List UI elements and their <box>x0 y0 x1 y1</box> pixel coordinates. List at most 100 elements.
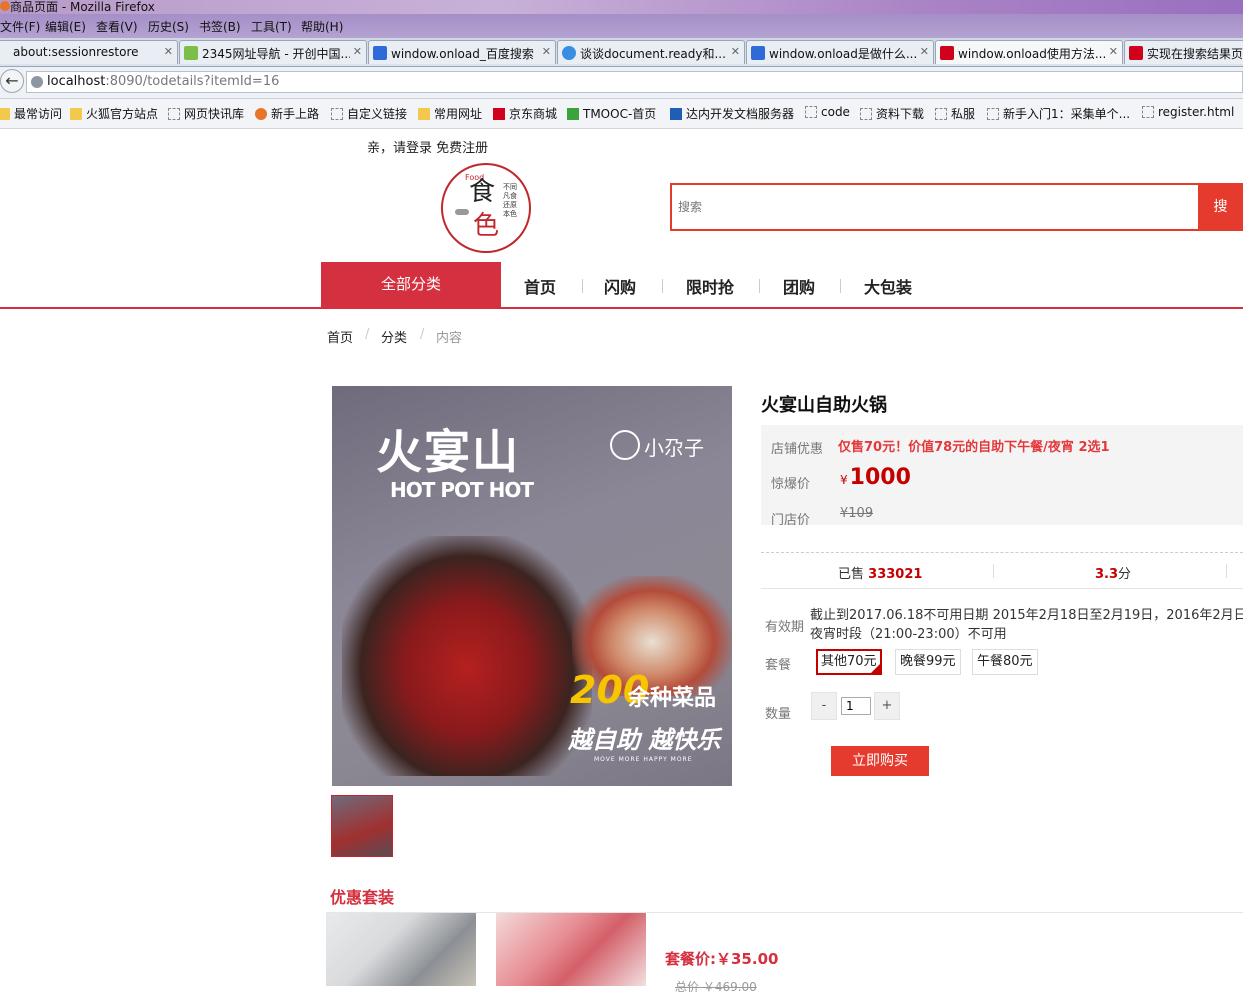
bookmark-common-sites[interactable]: 常用网址 <box>418 105 482 123</box>
image-slogan: 越自助 越快乐 <box>568 726 721 754</box>
nav-group-buy[interactable]: 团购 <box>783 274 815 298</box>
menu-history[interactable]: 历史(S) <box>148 18 189 35</box>
bookmark-custom-links[interactable]: 自定义链接 <box>331 105 407 123</box>
logo-vertical-text: 不同凡食 还原本色 <box>503 183 517 218</box>
bookmark-jd[interactable]: 京东商城 <box>493 105 557 123</box>
tab-label: 实现在搜索结果页 <box>1147 47 1243 61</box>
bookmark-tmooc[interactable]: TMOOC-首页 <box>567 105 656 123</box>
all-categories-button[interactable]: 全部分类 <box>321 262 501 307</box>
close-icon[interactable]: ✕ <box>353 45 362 58</box>
nav-flash-sale[interactable]: 闪购 <box>604 274 636 298</box>
search-input[interactable] <box>678 198 1178 216</box>
menu-file[interactable]: 文件(F) <box>0 18 40 35</box>
tab-baidu-search[interactable]: window.onload_百度搜索 ✕ <box>368 40 556 64</box>
breadcrumb-current: 内容 <box>436 331 463 346</box>
package-option-dinner[interactable]: 晚餐99元 <box>895 649 961 675</box>
sold-value: 333021 <box>868 567 923 582</box>
image-brand-sub: HOT POT HOT <box>390 478 534 502</box>
bookmark-register[interactable]: register.html <box>1142 105 1234 123</box>
bookmarks-toolbar: 最常访问 火狐官方站点 网页快讯库 新手上路 自定义链接 常用网址 京东商城 T… <box>0 99 1243 129</box>
bookmark-web-slices[interactable]: 网页快讯库 <box>168 105 244 123</box>
image-brand: 火宴山 <box>376 425 520 479</box>
close-icon[interactable]: ✕ <box>542 45 551 58</box>
menu-edit[interactable]: 编辑(E) <box>45 18 86 35</box>
nav-limited-time[interactable]: 限时抢 <box>686 274 734 298</box>
combo-price: 套餐价:￥35.00 <box>665 950 779 968</box>
promo-label: 店铺优惠 <box>771 442 824 457</box>
tab-sessionrestore[interactable]: about:sessionrestore ✕ <box>0 40 178 64</box>
tab-label: 2345网址导航 - 开创中国... <box>202 47 350 61</box>
bookmark-label: 私服 <box>951 107 976 121</box>
tarena-icon <box>670 108 682 120</box>
menu-bar: 文件(F) 编辑(E) 查看(V) 历史(S) 书签(B) 工具(T) 帮助(H… <box>0 14 1243 38</box>
folder-icon <box>70 108 82 120</box>
package-option-lunch[interactable]: 午餐80元 <box>972 649 1038 675</box>
bookmark-code[interactable]: code <box>805 105 850 123</box>
breadcrumb-category[interactable]: 分类 <box>381 327 407 346</box>
package-option-label: 晚餐99元 <box>900 654 956 669</box>
quantity-input[interactable] <box>841 697 871 715</box>
menu-view[interactable]: 查看(V) <box>96 18 138 35</box>
site-icon <box>184 46 198 60</box>
site-logo[interactable]: Food 食 色 不同凡食 还原本色 <box>441 163 531 253</box>
combo-item-meat-image[interactable] <box>496 913 646 986</box>
folder-icon <box>0 108 10 120</box>
bookmark-icon <box>987 108 999 120</box>
bookmark-getting-started[interactable]: 新手上路 <box>255 105 319 123</box>
tab-document-ready[interactable]: 谈谈document.ready和... ✕ <box>557 40 745 64</box>
image-slogan-small: MOVE MORE HAPPY MORE <box>594 756 693 763</box>
package-option-other[interactable]: 其他70元 <box>816 649 882 675</box>
globe-icon <box>31 76 43 88</box>
site-icon <box>562 46 576 60</box>
bookmark-icon <box>805 106 817 118</box>
csdn-icon <box>940 46 954 60</box>
bookmark-firefox-sites[interactable]: 火狐官方站点 <box>70 105 158 123</box>
menu-bookmarks[interactable]: 书签(B) <box>199 18 241 35</box>
url-bar[interactable]: localhost:8090/todetails?itemId=16 <box>26 71 1243 93</box>
sold-count: 已售 333021 <box>838 563 922 582</box>
login-bar: 亲，请登录 免费注册 <box>367 137 488 156</box>
close-icon[interactable]: ✕ <box>164 45 173 58</box>
close-icon[interactable]: ✕ <box>1109 45 1118 58</box>
sold-label: 已售 <box>838 567 865 582</box>
baidu-paw-icon <box>751 46 765 60</box>
nav-divider <box>582 279 583 293</box>
bookmark-most-visited[interactable]: 最常访问 <box>0 105 62 123</box>
search-button[interactable]: 搜 <box>1198 183 1243 231</box>
quantity-label: 数量 <box>765 707 792 722</box>
combo-item-fish-image[interactable] <box>326 913 476 986</box>
breadcrumb-home[interactable]: 首页 <box>327 327 353 346</box>
tab-2345[interactable]: 2345网址导航 - 开创中国... ✕ <box>179 40 367 64</box>
tab-label: window.onload是做什么... <box>769 47 917 61</box>
tab-search-results[interactable]: 实现在搜索结果页 <box>1124 40 1243 64</box>
tab-window-onload[interactable]: window.onload是做什么... ✕ <box>746 40 934 64</box>
bookmark-icon <box>331 108 343 120</box>
breadcrumb-separator: / <box>365 327 370 342</box>
image-count-text: 余种菜品 <box>628 686 717 711</box>
buy-now-button[interactable]: 立即购买 <box>831 746 929 776</box>
partner-logo-icon <box>610 430 640 460</box>
menu-help[interactable]: 帮助(H) <box>301 18 343 35</box>
nav-home[interactable]: 首页 <box>524 274 556 298</box>
product-thumbnail[interactable] <box>331 795 393 857</box>
menu-tools[interactable]: 工具(T) <box>251 18 292 35</box>
tab-bar: about:sessionrestore ✕ 2345网址导航 - 开创中国..… <box>0 38 1243 67</box>
bookmark-private[interactable]: 私服 <box>935 105 975 123</box>
tab-window-onload-usage[interactable]: window.onload使用方法... ✕ <box>935 40 1123 64</box>
window-titlebar: 商品页面 - Mozilla Firefox <box>0 0 1243 14</box>
product-main-image[interactable]: 火宴山 HOT POT HOT 小尕子 200 余种菜品 越自助 越快乐 MOV… <box>332 386 732 786</box>
divider <box>761 588 1243 589</box>
nav-big-pack[interactable]: 大包装 <box>864 274 912 298</box>
bookmark-tarena-docs[interactable]: 达内开发文档服务器 <box>670 105 794 123</box>
login-link[interactable]: 亲，请登录 <box>367 141 432 156</box>
quantity-increase-button[interactable]: + <box>874 692 900 720</box>
url-path: :8090/todetails?itemId=16 <box>105 74 280 89</box>
quantity-decrease-button[interactable]: - <box>811 692 837 720</box>
combo-original-price: 总价 ￥469.00 <box>675 980 757 994</box>
bookmark-downloads[interactable]: 资料下载 <box>860 105 924 123</box>
close-icon[interactable]: ✕ <box>920 45 929 58</box>
close-icon[interactable]: ✕ <box>731 45 740 58</box>
bookmark-beginner[interactable]: 新手入门1：采集单个... <box>987 105 1130 123</box>
back-arrow-icon[interactable]: ← <box>0 69 24 93</box>
register-link[interactable]: 免费注册 <box>436 141 488 156</box>
